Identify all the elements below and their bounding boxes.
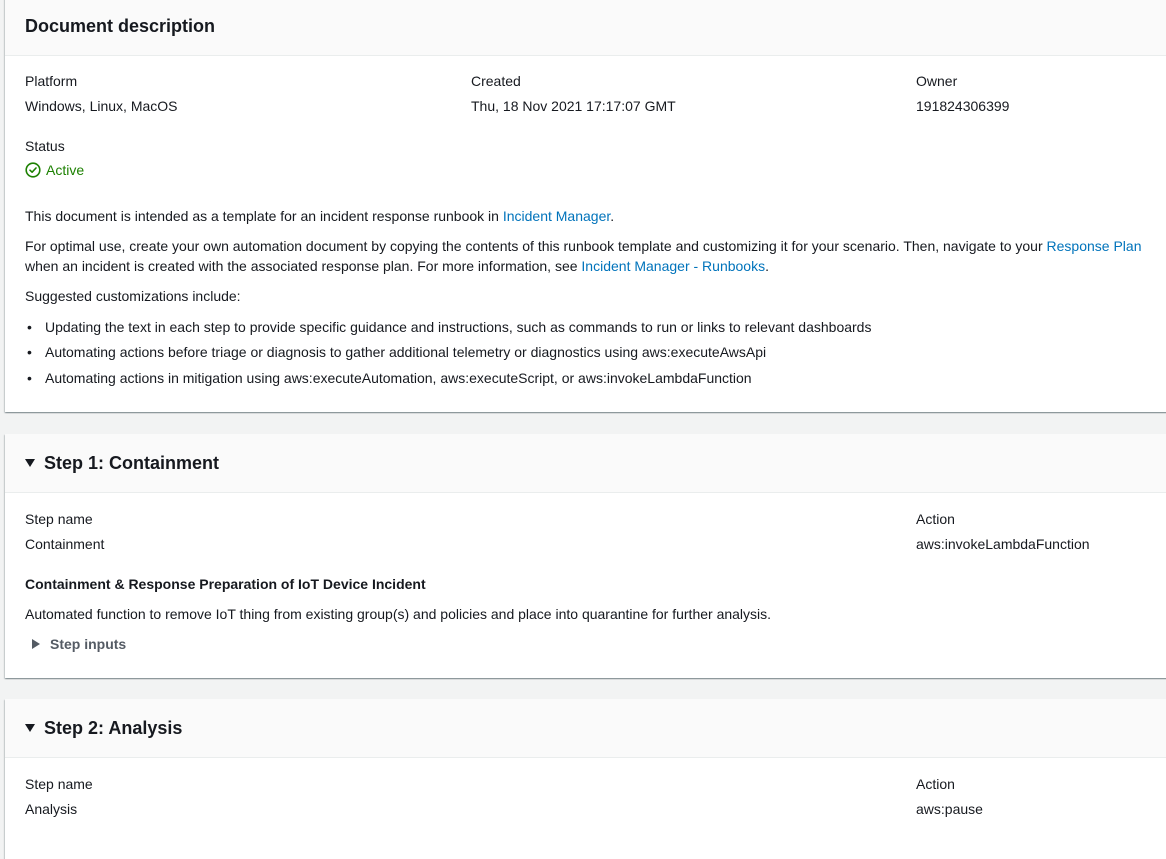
list-item: Updating the text in each step to provid… (25, 319, 871, 335)
platform-value: Windows, Linux, MacOS (25, 98, 178, 114)
status-value: Active (46, 162, 85, 178)
action-value: aws:invokeLambdaFunction (916, 536, 1090, 552)
intro-paragraph: This document is intended as a template … (25, 208, 614, 224)
panel-title: Document description (25, 16, 216, 36)
response-plan-link[interactable]: Response Plan (1047, 238, 1142, 254)
optimal-text: For optimal use, create your own automat… (25, 238, 1047, 254)
step-name-label: Step name (25, 511, 93, 527)
action-value: aws:pause (916, 801, 983, 817)
status-badge: Active (25, 162, 84, 178)
step-name-value: Analysis (25, 801, 78, 817)
caret-right-icon (32, 639, 40, 649)
incident-manager-link[interactable]: Incident Manager (503, 208, 610, 224)
step1-title: Step 1: Containment (44, 452, 220, 473)
step-name-value: Containment (25, 536, 105, 552)
created-value: Thu, 18 Nov 2021 17:17:07 GMT (471, 98, 676, 114)
created-label: Created (471, 73, 521, 89)
step2-panel: Step 2: Analysis Step name Analysis Acti… (5, 699, 1166, 859)
intro-text: This document is intended as a template … (25, 208, 503, 224)
step2-title: Step 2: Analysis (44, 717, 183, 738)
status-label: Status (25, 138, 65, 154)
step1-heading: Containment & Response Preparation of Io… (25, 576, 426, 592)
step-inputs-label: Step inputs (50, 636, 127, 652)
check-circle-icon (25, 162, 41, 178)
panel-header: Document description (5, 0, 1166, 56)
optimal-end: . (765, 258, 769, 274)
intro-end: . (610, 208, 615, 224)
optimal-paragraph: For optimal use, create your own automat… (25, 238, 1141, 254)
platform-label: Platform (25, 73, 78, 89)
owner-value: 191824306399 (916, 98, 1010, 114)
step1-description: Automated function to remove IoT thing f… (25, 606, 772, 622)
owner-label: Owner (916, 73, 958, 89)
step1-header[interactable]: Step 1: Containment (5, 434, 1166, 493)
optimal-text2: when an incident is created with the ass… (25, 258, 582, 274)
runbooks-link[interactable]: Incident Manager - Runbooks (581, 258, 765, 274)
step2-header[interactable]: Step 2: Analysis (5, 699, 1166, 758)
step-inputs-toggle[interactable]: Step inputs (32, 636, 126, 652)
action-label: Action (916, 511, 955, 527)
caret-down-icon (25, 724, 35, 732)
list-item: Automating actions in mitigation using a… (25, 370, 752, 386)
document-description-panel: Document description Platform Windows, L… (5, 0, 1166, 412)
list-item: Automating actions before triage or diag… (25, 344, 766, 360)
action-label: Action (916, 776, 955, 792)
step1-panel: Step 1: Containment Step name Containmen… (5, 434, 1166, 678)
caret-down-icon (25, 459, 35, 467)
step-name-label: Step name (25, 776, 93, 792)
optimal-paragraph-line2: when an incident is created with the ass… (25, 258, 769, 274)
suggested-label: Suggested customizations include: (25, 288, 241, 304)
